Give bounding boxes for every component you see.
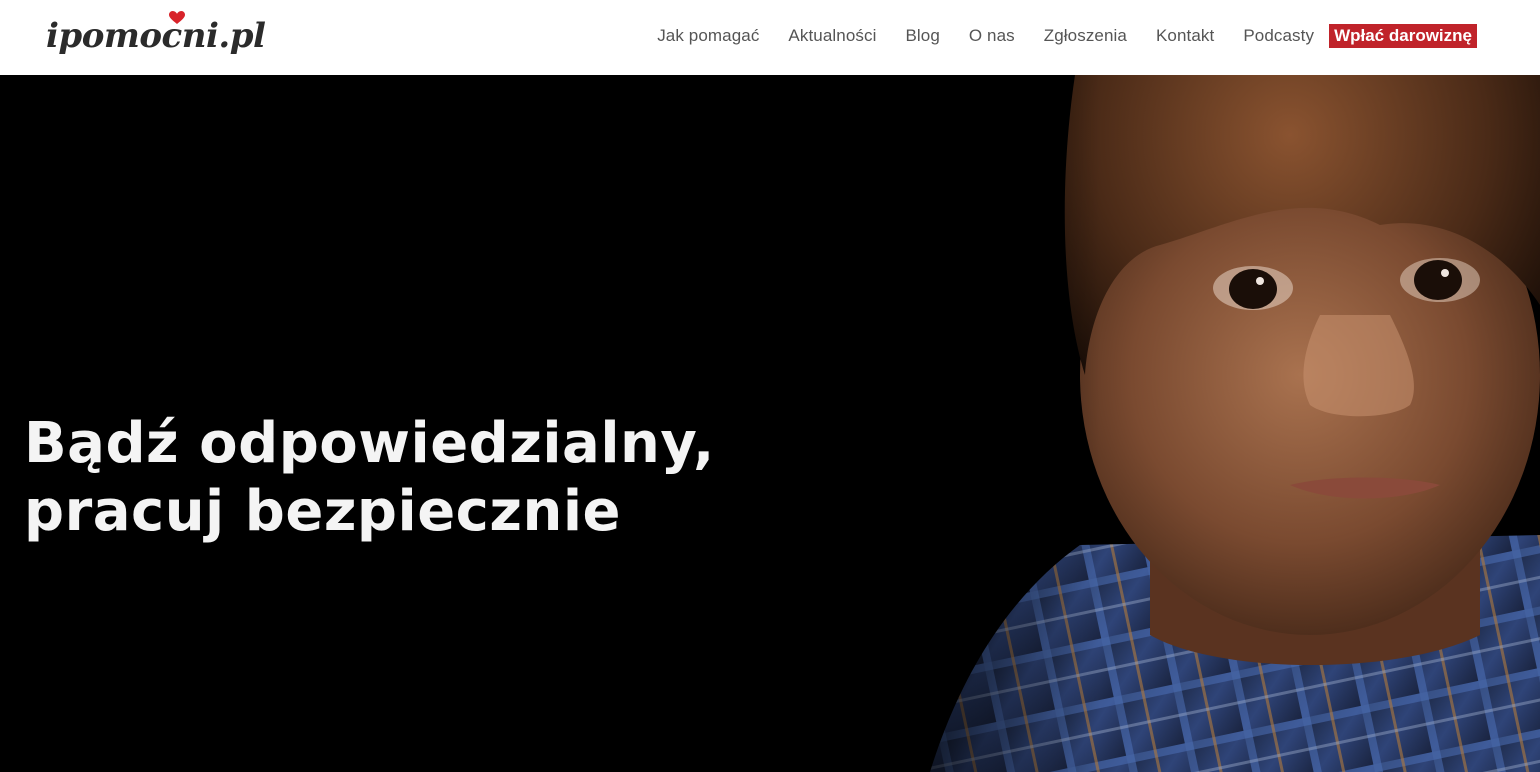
main-nav: Jak pomagać Aktualności Blog O nas Zgłos… (657, 23, 1477, 49)
nav-item-aktualnosci[interactable]: Aktualności (788, 23, 876, 49)
nav-item-zgloszenia[interactable]: Zgłoszenia (1044, 23, 1127, 49)
nav-item-jak-pomagac[interactable]: Jak pomagać (657, 23, 759, 49)
hero-banner: Bądź odpowiedzialny, pracuj bezpiecznie (0, 75, 1540, 772)
logo-text: ipomocni.pl (46, 16, 266, 56)
hero-heading: Bądź odpowiedzialny, pracuj bezpiecznie (24, 410, 715, 546)
hero-heading-line-1: Bądź odpowiedzialny, (24, 411, 715, 476)
donate-button[interactable]: Wpłać darowiznę (1329, 24, 1477, 48)
nav-item-blog[interactable]: Blog (905, 23, 939, 49)
nav-item-podcasty[interactable]: Podcasty (1243, 23, 1314, 49)
nav-item-o-nas[interactable]: O nas (969, 23, 1015, 49)
site-logo[interactable]: ipomocni.pl (46, 10, 266, 62)
nav-item-kontakt[interactable]: Kontakt (1156, 23, 1214, 49)
site-header: ipomocni.pl Jak pomagać Aktualności Blog… (0, 0, 1540, 75)
hero-heading-line-2: pracuj bezpiecznie (24, 479, 621, 544)
heart-icon (169, 11, 185, 24)
